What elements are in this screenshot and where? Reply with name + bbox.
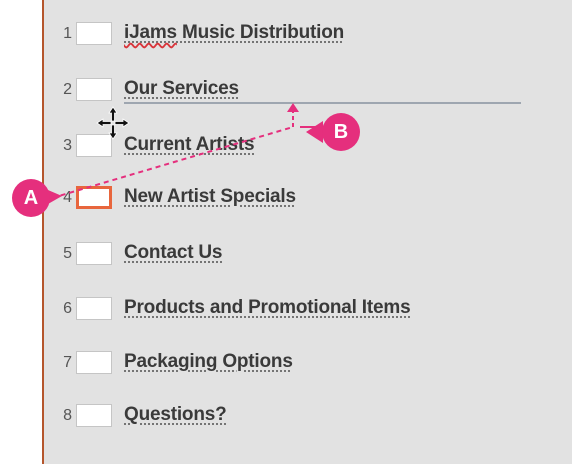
callout-b-badge: B bbox=[322, 113, 360, 151]
connector-line bbox=[51, 126, 294, 199]
arrowhead-icon bbox=[287, 103, 299, 112]
callout-b-tail-icon bbox=[306, 121, 323, 143]
move-cursor-icon bbox=[96, 106, 130, 140]
callout-a-tail-icon bbox=[48, 190, 62, 204]
callout-connectors bbox=[48, 103, 323, 204]
callout-a-badge: A bbox=[12, 179, 50, 217]
